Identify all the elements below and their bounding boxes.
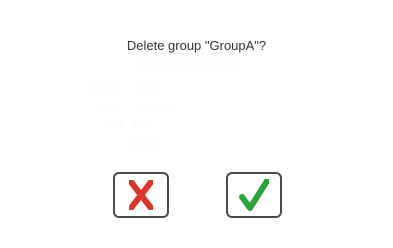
check-icon (239, 179, 269, 211)
confirm-dialog: Delete group "GroupA"? (0, 0, 393, 248)
confirm-button[interactable] (226, 172, 282, 218)
confirm-message: Delete group "GroupA"? (126, 38, 267, 53)
cancel-button[interactable] (113, 172, 169, 218)
delete-group-screen: Delete group "GroupA"? (0, 0, 393, 248)
x-icon (129, 180, 153, 210)
